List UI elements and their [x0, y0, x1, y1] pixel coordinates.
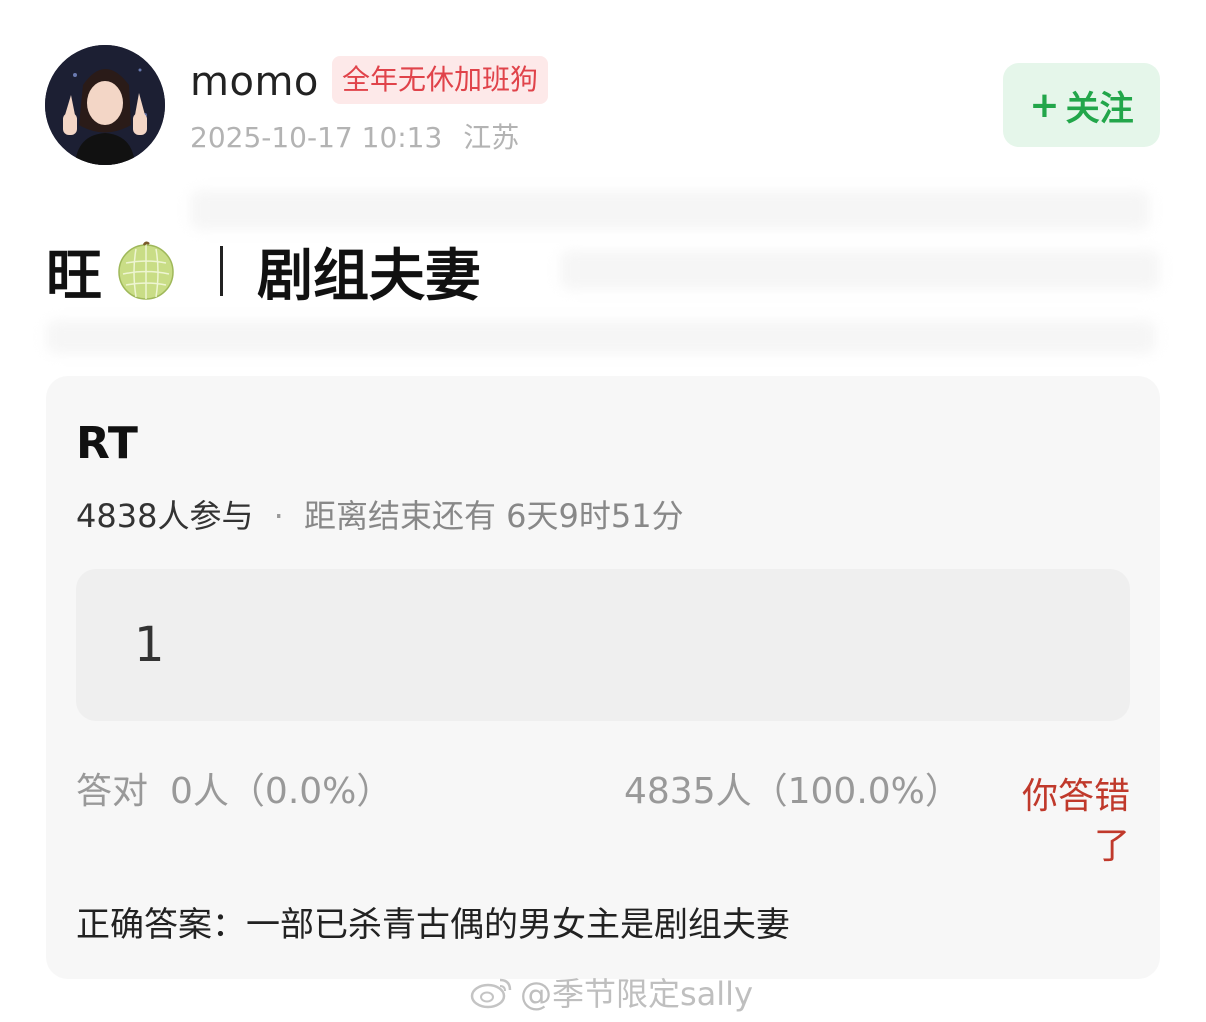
weibo-logo-icon	[470, 978, 512, 1009]
follow-label: 关注	[1065, 88, 1134, 129]
blurred-background	[46, 320, 1156, 354]
watermark-text: @季节限定sally	[520, 975, 754, 1013]
post-title: 旺 剧组夫妻	[46, 236, 481, 309]
melon-icon	[118, 241, 174, 300]
title-divider	[220, 246, 223, 296]
correct-count: 0人（0.0%）	[170, 771, 393, 812]
quiz-option[interactable]: 1	[76, 569, 1130, 721]
follow-button[interactable]: + 关注	[1003, 63, 1160, 147]
time-remaining: 距离结束还有 6天9时51分	[303, 497, 684, 535]
wrong-answer-status: 你答错了	[1021, 776, 1130, 867]
quiz-card: RT 4838人参与 · 距离结束还有 6天9时51分 1 答对 0人（0.0%）…	[46, 376, 1160, 979]
plus-icon: +	[1029, 84, 1060, 126]
post-title-main: 剧组夫妻	[257, 243, 481, 309]
post-meta: 2025-10-17 10:13 江苏	[190, 118, 531, 158]
post-title-prefix: 旺	[46, 243, 102, 309]
participant-count: 4838人参与	[76, 497, 254, 535]
blurred-background	[190, 190, 1150, 230]
username[interactable]: momo	[190, 58, 319, 106]
quiz-title: RT	[76, 418, 138, 469]
user-title-badge: 全年无休加班狗	[332, 56, 549, 104]
correct-answer-text: 正确答案：一部已杀青古偶的男女主是剧组夫妻	[76, 905, 790, 945]
avatar[interactable]	[45, 45, 165, 165]
post-timestamp: 2025-10-17 10:13	[190, 121, 443, 154]
correct-result: 答对 0人（0.0%）	[76, 768, 392, 816]
weibo-post-screen: momo 全年无休加班狗 2025-10-17 10:13 江苏 + 关注 旺 …	[0, 0, 1206, 1022]
stats-separator: ·	[273, 497, 284, 535]
option-result-count: 4835人（100.0%）	[624, 771, 961, 812]
watermark: @季节限定sally	[470, 970, 753, 1014]
correct-label: 答对	[76, 771, 149, 812]
quiz-stats: 4838人参与 · 距离结束还有 6天9时51分	[76, 494, 684, 538]
blurred-background	[560, 250, 1160, 290]
post-location: 江苏	[463, 121, 520, 154]
avatar-image	[45, 45, 165, 165]
option-label: 1	[134, 617, 165, 673]
